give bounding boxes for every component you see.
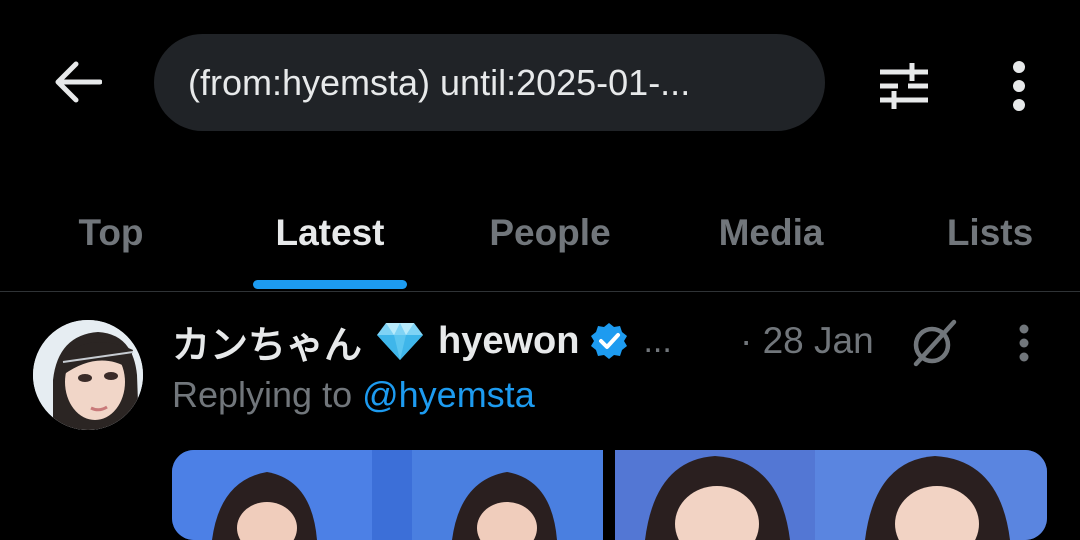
media-image-1[interactable] <box>172 450 603 540</box>
vertical-dots-icon <box>1013 61 1025 111</box>
tweet-media[interactable] <box>172 450 1047 540</box>
tweet-author-line: カンちゃん hyewon ... <box>172 314 672 369</box>
tweet[interactable]: カンちゃん hyewon ... · 28 Jan Replying to @h… <box>0 292 1080 540</box>
grok-button[interactable] <box>908 318 958 368</box>
name-truncation: ... <box>643 321 672 360</box>
replying-to-label: Replying to <box>172 374 363 415</box>
verified-badge-icon <box>589 321 629 361</box>
tab-media[interactable]: Media <box>695 175 847 291</box>
search-input[interactable] <box>188 61 788 104</box>
grok-icon <box>913 319 957 367</box>
replying-to-line: Replying to @hyemsta <box>172 374 535 416</box>
reply-handle-link[interactable]: @hyemsta <box>362 374 535 415</box>
tab-lists[interactable]: Lists <box>928 175 1052 291</box>
author-username[interactable]: hyewon <box>438 320 579 363</box>
tab-people[interactable]: People <box>470 175 630 291</box>
tab-latest[interactable]: Latest <box>253 175 407 291</box>
active-tab-indicator <box>253 280 407 289</box>
arrow-left-icon <box>55 61 102 103</box>
author-display-name[interactable]: カンちゃん <box>172 314 362 369</box>
sliders-icon <box>880 63 928 109</box>
back-button[interactable] <box>42 46 114 118</box>
more-options-button[interactable] <box>990 50 1048 122</box>
vertical-dots-icon <box>1019 324 1029 362</box>
tweet-more-button[interactable] <box>1004 318 1044 368</box>
gem-emoji-icon <box>376 321 424 361</box>
media-image-2[interactable] <box>615 450 1047 540</box>
search-filter-button[interactable] <box>868 50 940 122</box>
search-box[interactable] <box>154 34 825 131</box>
top-bar <box>0 0 1080 170</box>
tweet-timestamp[interactable]: · 28 Jan <box>740 316 874 366</box>
tab-top[interactable]: Top <box>38 175 184 291</box>
search-tabs: Top Latest People Media Lists <box>0 175 1080 291</box>
avatar[interactable] <box>33 320 143 430</box>
